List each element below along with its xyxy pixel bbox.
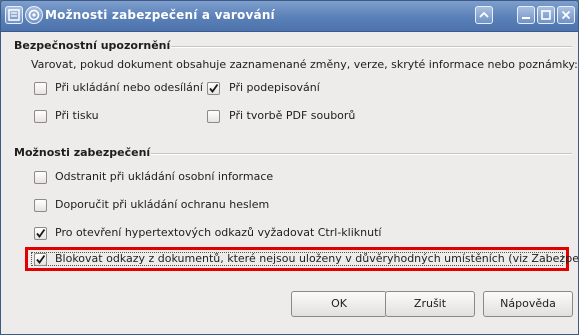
section-divider	[171, 46, 572, 48]
maximize-icon[interactable]	[537, 6, 555, 24]
checkbox-pdf[interactable]	[207, 110, 220, 123]
shade-icon[interactable]	[475, 6, 493, 24]
warnings-description: Varovat, pokud dokument obsahuje zazname…	[31, 58, 578, 71]
checkmark-icon	[36, 228, 46, 238]
checkbox-remove-personal[interactable]	[34, 171, 47, 184]
checkbox-signing[interactable]	[207, 82, 220, 95]
close-icon[interactable]	[557, 6, 575, 24]
label-remove-personal[interactable]: Odstranit při ukládání osobní informace	[55, 170, 273, 183]
section-divider	[151, 153, 572, 155]
label-block-links[interactable]: Blokovat odkazy z dokumentů, které nejso…	[55, 252, 578, 265]
dialog-window: Možnosti zabezpečení a varování Bezpečno…	[0, 0, 579, 335]
warnings-section-title: Bezpečnostní upozornění	[14, 39, 171, 52]
checkbox-ctrl-click[interactable]	[34, 227, 47, 240]
checkmark-icon	[36, 254, 46, 264]
minimize-icon[interactable]	[517, 6, 535, 24]
title-bar[interactable]: Možnosti zabezpečení a varování	[1, 1, 578, 32]
label-ctrl-click[interactable]: Pro otevření hypertextových odkazů vyžad…	[55, 226, 381, 239]
checkmark-icon	[209, 83, 219, 93]
window-menu-icon[interactable]	[5, 6, 23, 24]
label-saving[interactable]: Při ukládání nebo odesílání	[55, 81, 203, 94]
help-button[interactable]: Nápověda	[483, 291, 573, 317]
label-signing[interactable]: Při podepisování	[229, 81, 320, 94]
label-pdf[interactable]: Při tvorbě PDF souborů	[229, 109, 355, 122]
checkbox-saving[interactable]	[34, 82, 47, 95]
label-printing[interactable]: Při tisku	[55, 109, 99, 122]
checkbox-printing[interactable]	[34, 110, 47, 123]
app-icon	[25, 6, 43, 24]
cancel-button[interactable]: Zrušit	[385, 291, 475, 317]
security-section-title: Možnosti zabezpečení	[14, 146, 151, 159]
ok-button[interactable]: OK	[291, 291, 387, 317]
label-recommend-password[interactable]: Doporučit při ukládání ochranu heslem	[55, 198, 269, 211]
checkbox-block-links[interactable]	[34, 253, 47, 266]
checkbox-recommend-password[interactable]	[34, 199, 47, 212]
window-title: Možnosti zabezpečení a varování	[45, 8, 275, 22]
